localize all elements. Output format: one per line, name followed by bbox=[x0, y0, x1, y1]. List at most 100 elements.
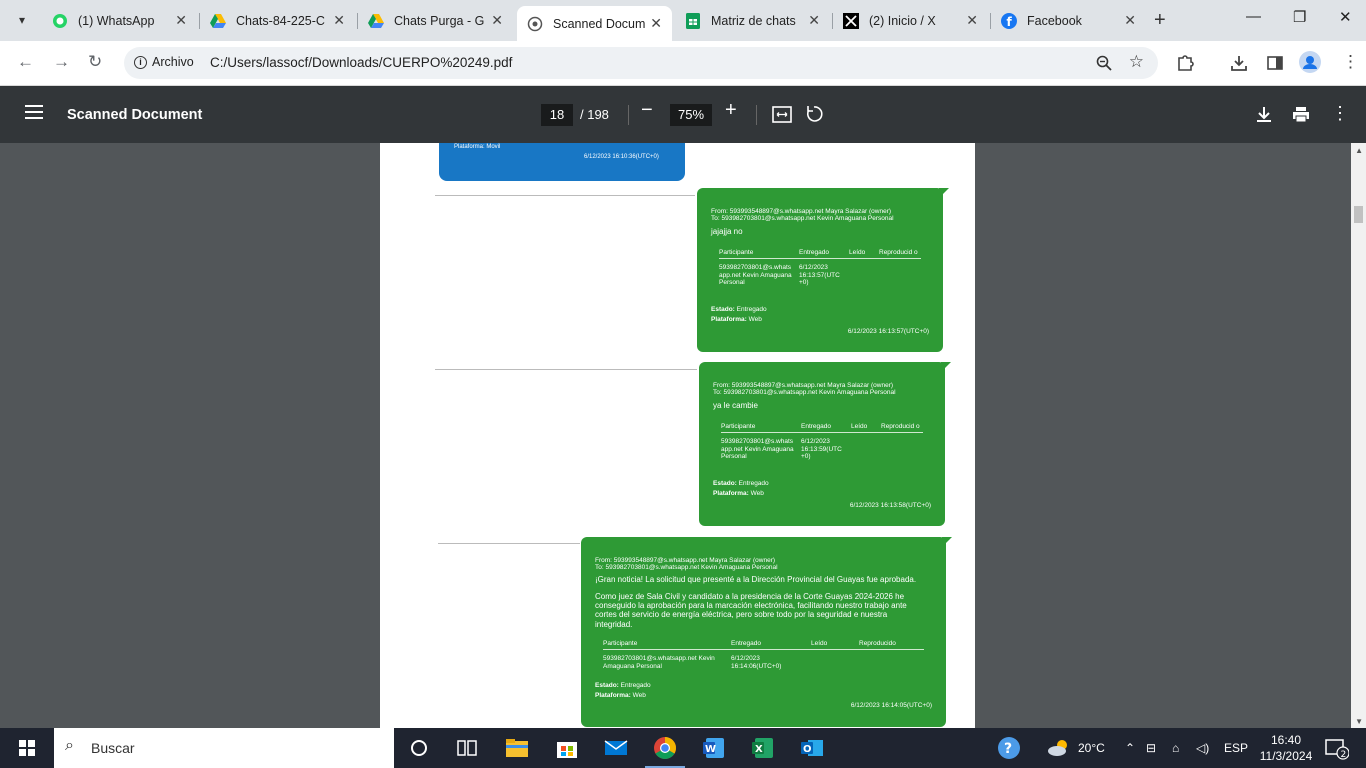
excel-icon[interactable]: X bbox=[751, 736, 775, 760]
message-body: ¡Gran noticia! La solicitud que presenté… bbox=[595, 575, 917, 584]
message-status: Estado: Entregado Plataforma: Web bbox=[595, 682, 651, 700]
chevron-up-icon[interactable]: ⌃ bbox=[1125, 741, 1135, 755]
column-header: Participante bbox=[721, 423, 756, 430]
network-icon[interactable]: ⌂ bbox=[1172, 741, 1179, 755]
globe-icon bbox=[527, 16, 543, 32]
word-icon[interactable]: W bbox=[702, 736, 726, 760]
reload-button[interactable]: ↻ bbox=[88, 52, 102, 72]
language-indicator[interactable]: ESP bbox=[1224, 741, 1248, 755]
close-icon[interactable]: ✕ bbox=[966, 12, 978, 29]
file-explorer-icon[interactable] bbox=[505, 736, 529, 760]
column-header: Leído bbox=[849, 249, 866, 256]
tab-scanned-document[interactable]: Scanned Docum ✕ bbox=[517, 6, 672, 41]
close-icon[interactable]: ✕ bbox=[333, 12, 345, 29]
site-info-button[interactable]: i Archivo bbox=[134, 55, 194, 69]
column-header: Reproducido bbox=[859, 640, 896, 647]
forward-button[interactable]: → bbox=[53, 52, 70, 72]
tab-matriz-de-chats[interactable]: Matriz de chats ✕ bbox=[675, 6, 830, 35]
tab-label: Matriz de chats bbox=[711, 13, 796, 28]
cortana-icon[interactable] bbox=[407, 736, 431, 760]
weather-cloud-icon[interactable] bbox=[1046, 736, 1070, 760]
windows-taskbar: ⌕ Buscar W X O ? 20°C ⌃ ⊟ ⌂ ◁) ESP 16:40… bbox=[0, 728, 1366, 768]
google-sheets-icon bbox=[685, 12, 701, 29]
help-icon[interactable]: ? bbox=[997, 736, 1021, 760]
url-text[interactable]: C:/Users/lassocf/Downloads/CUERPO%20249.… bbox=[210, 55, 512, 70]
mail-icon[interactable] bbox=[604, 736, 628, 760]
tab-x-inicio[interactable]: (2) Inicio / X ✕ bbox=[833, 6, 988, 35]
column-header: Reproducid o bbox=[881, 423, 920, 430]
vertical-scrollbar[interactable]: ▲ ▼ bbox=[1351, 143, 1366, 728]
message-body: ya le cambie bbox=[713, 401, 758, 410]
zoom-icon[interactable] bbox=[1096, 55, 1112, 71]
hamburger-menu-icon[interactable] bbox=[25, 105, 43, 119]
minimize-button[interactable]: — bbox=[1246, 8, 1261, 25]
extensions-icon[interactable] bbox=[1176, 54, 1194, 72]
network-drive-icon[interactable]: ⊟ bbox=[1146, 741, 1156, 755]
scroll-thumb[interactable] bbox=[1354, 206, 1363, 223]
tab-label: (1) WhatsApp bbox=[78, 13, 155, 28]
close-window-button[interactable]: ✕ bbox=[1339, 8, 1352, 26]
back-button[interactable]: ← bbox=[17, 52, 34, 72]
scroll-down-icon[interactable]: ▼ bbox=[1355, 717, 1363, 726]
download-icon[interactable] bbox=[1230, 54, 1248, 72]
table-header: Participante Entregado Leído Reproducid … bbox=[719, 249, 921, 260]
tab-strip: ▾ (1) WhatsApp ✕ Chats-84-225-C ✕ Chats … bbox=[0, 0, 1366, 41]
tab-search-chevron-icon[interactable]: ▾ bbox=[8, 8, 36, 32]
tab-chats-purga[interactable]: Chats Purga - G ✕ bbox=[358, 6, 513, 35]
table-cell: 6/12/2023 16:13:57(UTC +0) bbox=[799, 264, 840, 287]
outlook-icon[interactable]: O bbox=[800, 736, 824, 760]
tab-facebook[interactable]: f Facebook ✕ bbox=[991, 6, 1146, 35]
print-icon[interactable] bbox=[1292, 106, 1310, 123]
pdf-download-icon[interactable] bbox=[1256, 106, 1272, 123]
pdf-more-options-icon[interactable]: ⋮ bbox=[1331, 103, 1349, 124]
notifications-icon[interactable]: 2 bbox=[1325, 738, 1349, 760]
task-view-icon[interactable] bbox=[455, 736, 479, 760]
zoom-out-button[interactable]: − bbox=[641, 99, 653, 122]
chrome-icon[interactable] bbox=[653, 736, 677, 760]
column-header: Entregado bbox=[799, 249, 829, 256]
svg-text:f: f bbox=[1007, 15, 1013, 29]
message-header: From: 593993548897@s.whatsapp.net Mayra … bbox=[713, 382, 896, 397]
new-tab-button[interactable]: + bbox=[1154, 9, 1166, 32]
close-icon[interactable]: ✕ bbox=[1124, 12, 1136, 29]
volume-icon[interactable]: ◁) bbox=[1196, 741, 1209, 755]
column-header: Reproducid o bbox=[879, 249, 918, 256]
close-icon[interactable]: ✕ bbox=[491, 12, 503, 29]
scroll-up-icon[interactable]: ▲ bbox=[1355, 146, 1363, 155]
restore-button[interactable]: ❐ bbox=[1293, 8, 1306, 26]
message-bubble: From: 593993548897@s.whatsapp.net Mayra … bbox=[581, 537, 952, 727]
side-panel-icon[interactable] bbox=[1266, 54, 1284, 72]
document-title: Scanned Document bbox=[67, 107, 203, 123]
close-icon[interactable]: ✕ bbox=[808, 12, 820, 29]
message-to: To: 593982703801@s.whatsapp.net Kevin Am… bbox=[595, 564, 778, 572]
column-header: Leído bbox=[851, 423, 868, 430]
address-bar[interactable]: i Archivo C:/Users/lassocf/Downloads/CUE… bbox=[124, 47, 1158, 79]
tab-label: Chats-84-225-C bbox=[236, 13, 325, 28]
bookmark-star-icon[interactable]: ☆ bbox=[1129, 52, 1144, 72]
browser-menu-icon[interactable]: ⋮ bbox=[1342, 52, 1359, 72]
pdf-viewer[interactable]: Plataforma: Movil 6/12/2023 16:10:36(UTC… bbox=[0, 143, 1366, 728]
scheme-label: Archivo bbox=[152, 55, 194, 69]
message-body: jajajja no bbox=[711, 227, 743, 236]
weather-temperature[interactable]: 20°C bbox=[1078, 741, 1105, 755]
taskbar-search[interactable]: ⌕ Buscar bbox=[54, 728, 394, 768]
page-number-input[interactable]: 18 bbox=[541, 104, 573, 126]
svg-text:O: O bbox=[803, 744, 812, 755]
tab-whatsapp[interactable]: (1) WhatsApp ✕ bbox=[42, 6, 197, 35]
clock-time: 16:40 bbox=[1270, 733, 1302, 747]
profile-avatar[interactable] bbox=[1299, 51, 1321, 73]
system-clock[interactable]: 16:40 11/3/2024 bbox=[1258, 732, 1314, 764]
column-header: Participante bbox=[719, 249, 754, 256]
fit-page-icon[interactable] bbox=[772, 106, 792, 123]
message-status: Estado: Entregado Plataforma: Web bbox=[713, 480, 769, 498]
zoom-level-input[interactable]: 75% bbox=[670, 104, 712, 126]
close-icon[interactable]: ✕ bbox=[175, 12, 187, 29]
tab-chats-84[interactable]: Chats-84-225-C ✕ bbox=[200, 6, 355, 35]
windows-start-icon[interactable] bbox=[19, 740, 35, 756]
zoom-in-button[interactable]: + bbox=[725, 99, 737, 122]
rotate-icon[interactable] bbox=[805, 105, 823, 123]
message-timestamp: 6/12/2023 16:10:36(UTC+0) bbox=[584, 154, 659, 160]
microsoft-store-icon[interactable] bbox=[555, 736, 579, 760]
message-from: From: 593993548897@s.whatsapp.net Mayra … bbox=[595, 557, 776, 564]
close-icon[interactable]: ✕ bbox=[650, 15, 662, 32]
